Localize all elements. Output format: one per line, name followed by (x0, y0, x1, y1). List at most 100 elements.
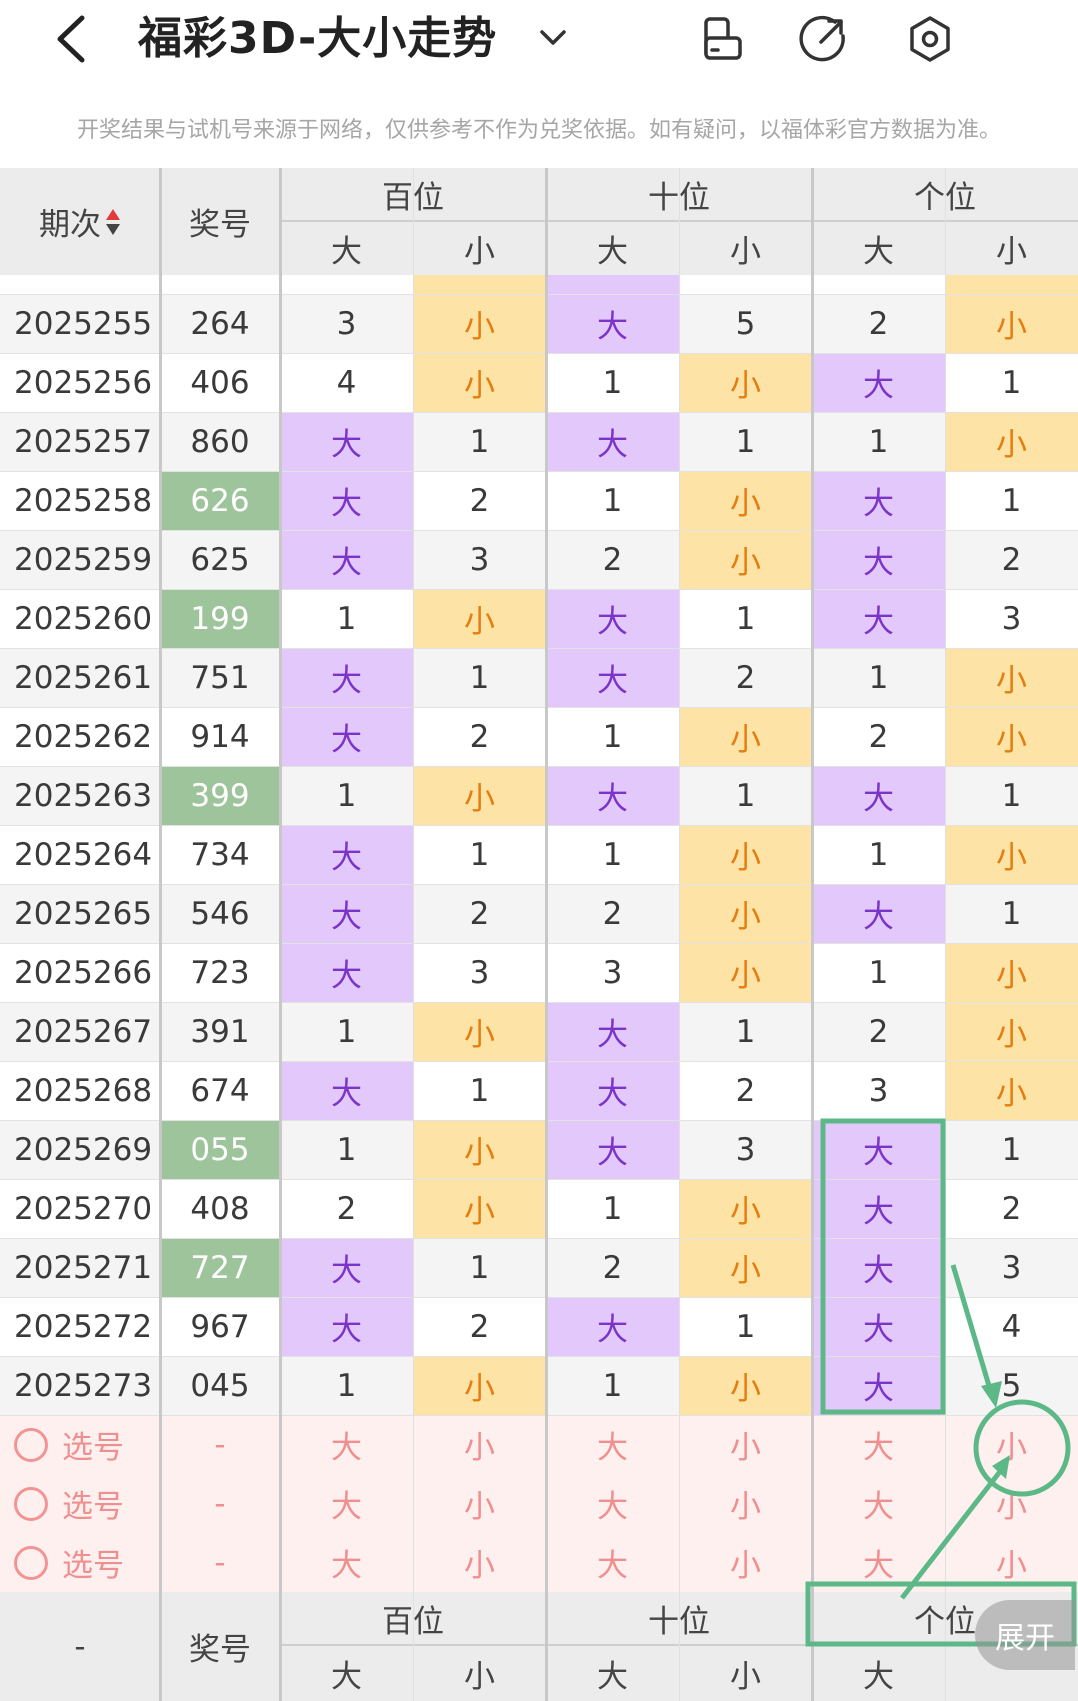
number-cell: 045 (160, 1356, 280, 1415)
pick-number: - (160, 1474, 280, 1533)
pick-option[interactable]: 小 (945, 1533, 1078, 1592)
back-arrow-icon[interactable] (48, 12, 98, 66)
pick-option[interactable]: 小 (413, 1415, 546, 1474)
small-mark: 小 (679, 1238, 812, 1297)
omission-count: 2 (679, 648, 812, 707)
pick-option[interactable]: 大 (812, 1415, 945, 1474)
column-divider (159, 168, 162, 1701)
issue-cell: 2025259 (0, 530, 160, 589)
big-mark: 大 (812, 1179, 945, 1238)
radio-circle-icon[interactable] (14, 1545, 48, 1580)
omission-count: 1 (812, 412, 945, 471)
small-mark: 小 (679, 353, 812, 412)
issue-cell: 2025257 (0, 412, 160, 471)
pick-option[interactable]: 小 (945, 1474, 1078, 1533)
pick-option[interactable]: 大 (280, 1533, 413, 1592)
pick-option[interactable]: 小 (413, 1533, 546, 1592)
top-bar: 福彩3D-大小走势 (0, 0, 1078, 80)
omission-count: 1 (812, 648, 945, 707)
omission-count: 1 (812, 825, 945, 884)
pick-option[interactable]: 小 (945, 1415, 1078, 1474)
omission-count: 1 (945, 353, 1078, 412)
pick-option[interactable]: 小 (413, 1474, 546, 1533)
pick-option[interactable]: 大 (546, 1415, 679, 1474)
omission-count: 3 (413, 530, 546, 589)
small-mark: 小 (945, 294, 1078, 353)
expand-button[interactable]: 展开 (975, 1600, 1075, 1670)
small-mark: 小 (679, 943, 812, 1002)
sort-icon[interactable] (105, 207, 121, 237)
number-cell: 727 (160, 1238, 280, 1297)
small-mark: 小 (679, 707, 812, 766)
issue-cell: 2025269 (0, 1120, 160, 1179)
pick-row-select[interactable]: 选号 (0, 1474, 160, 1533)
number-cell: 546 (160, 884, 280, 943)
omission-count: 1 (679, 412, 812, 471)
omission-count: 1 (679, 589, 812, 648)
sub-header-small: 小 (945, 222, 1078, 275)
omission-count: 3 (413, 943, 546, 1002)
small-mark: 小 (413, 589, 546, 648)
big-mark: 大 (546, 1120, 679, 1179)
big-mark: 大 (546, 294, 679, 353)
radio-circle-icon[interactable] (14, 1427, 48, 1462)
number-cell: 399 (160, 766, 280, 825)
omission-count: 1 (280, 1120, 413, 1179)
pick-option[interactable]: 大 (280, 1415, 413, 1474)
number-cell: 967 (160, 1297, 280, 1356)
omission-count: 1 (546, 471, 679, 530)
small-mark: 小 (945, 943, 1078, 1002)
big-mark: 大 (280, 1238, 413, 1297)
pick-option[interactable]: 小 (679, 1533, 812, 1592)
omission-count: 3 (812, 1061, 945, 1120)
footer-sub-header: 大 (812, 1646, 945, 1701)
partial-row-cell (0, 275, 160, 294)
share-icon[interactable] (799, 14, 849, 64)
pick-option[interactable]: 小 (679, 1415, 812, 1474)
pick-option[interactable]: 大 (546, 1474, 679, 1533)
omission-count: 2 (546, 530, 679, 589)
footer-number-header: 奖号 (160, 1592, 280, 1701)
pick-option[interactable]: 大 (546, 1533, 679, 1592)
omission-count: 2 (945, 1179, 1078, 1238)
issue-header[interactable]: 期次 (0, 168, 160, 275)
settings-icon[interactable] (905, 14, 955, 64)
small-mark: 小 (679, 884, 812, 943)
small-mark: 小 (679, 1356, 812, 1415)
pick-row-select[interactable]: 选号 (0, 1533, 160, 1592)
partial-row-cell (679, 275, 812, 294)
omission-count: 1 (812, 943, 945, 1002)
sub-header-big: 大 (546, 222, 679, 275)
omission-count: 3 (945, 1238, 1078, 1297)
column-divider (279, 168, 282, 1701)
pick-option[interactable]: 大 (280, 1474, 413, 1533)
omission-count: 1 (413, 412, 546, 471)
big-mark: 大 (280, 884, 413, 943)
omission-count: 1 (945, 1120, 1078, 1179)
big-mark: 大 (812, 353, 945, 412)
radio-circle-icon[interactable] (14, 1486, 48, 1521)
big-mark: 大 (812, 1297, 945, 1356)
pick-row-select[interactable]: 选号 (0, 1415, 160, 1474)
big-mark: 大 (546, 589, 679, 648)
omission-count: 1 (413, 825, 546, 884)
pick-option[interactable]: 大 (812, 1533, 945, 1592)
pick-option[interactable]: 小 (679, 1474, 812, 1533)
small-mark: 小 (413, 1356, 546, 1415)
omission-count: 1 (413, 1238, 546, 1297)
number-cell: 199 (160, 589, 280, 648)
number-cell: 914 (160, 707, 280, 766)
big-mark: 大 (546, 1061, 679, 1120)
omission-count: 4 (945, 1297, 1078, 1356)
rotate-screen-icon[interactable] (697, 14, 747, 64)
chevron-down-icon[interactable] (536, 20, 570, 54)
omission-count: 1 (280, 1002, 413, 1061)
issue-cell: 2025270 (0, 1179, 160, 1238)
number-cell: 408 (160, 1179, 280, 1238)
sub-column-divider (945, 168, 946, 1701)
omission-count: 5 (679, 294, 812, 353)
footer-sub-header: 大 (546, 1646, 679, 1701)
pick-option[interactable]: 大 (812, 1474, 945, 1533)
column-divider (811, 168, 814, 1701)
omission-count: 1 (280, 589, 413, 648)
